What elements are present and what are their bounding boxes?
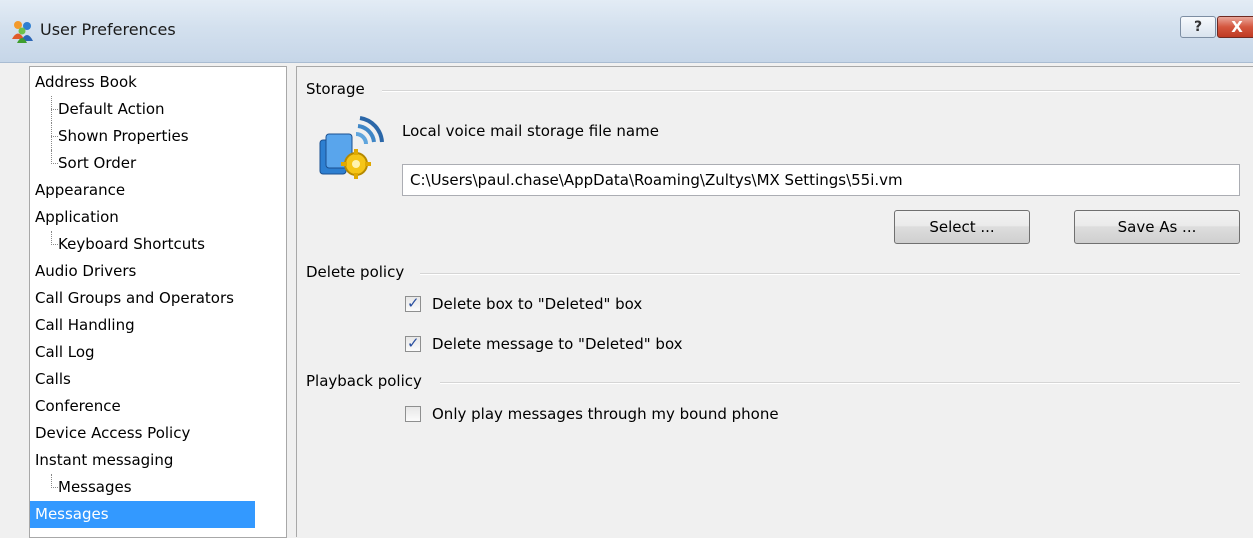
tree-item[interactable]: Messages <box>30 501 255 528</box>
storage-group-title: Storage <box>306 80 365 98</box>
tree-item-label: Default Action <box>58 100 165 118</box>
voicemail-gear-icon <box>316 112 388 184</box>
delete-policy-divider <box>420 273 1240 275</box>
tree-item-label: Instant messaging <box>35 451 174 469</box>
window-title: User Preferences <box>40 20 176 39</box>
tree-item-label: Call Handling <box>35 316 135 334</box>
close-button[interactable]: X <box>1217 16 1253 38</box>
select-button[interactable]: Select ... <box>894 210 1030 244</box>
tree-item[interactable]: Call Groups and Operators <box>30 285 255 312</box>
storage-file-input[interactable]: C:\Users\paul.chase\AppData\Roaming\Zult… <box>402 164 1240 196</box>
tree-item-label: Sort Order <box>58 154 137 172</box>
tree-item[interactable]: Calls <box>30 366 255 393</box>
tree-branch-line <box>30 96 58 123</box>
tree-item[interactable]: Instant messaging <box>30 447 255 474</box>
tree-branch-line <box>30 474 58 501</box>
tree-item[interactable]: Call Handling <box>30 312 255 339</box>
tree-branch-line <box>30 150 58 177</box>
storage-file-label: Local voice mail storage file name <box>402 122 659 140</box>
tree-item-label: Device Access Policy <box>35 424 191 442</box>
tree-item-label: Keyboard Shortcuts <box>58 235 205 253</box>
delete-message-label: Delete message to "Deleted" box <box>432 335 683 353</box>
tree-item-label: Conference <box>35 397 121 415</box>
tree-item-label: Address Book <box>35 73 137 91</box>
tree-item[interactable]: Conference <box>30 393 255 420</box>
tree-item[interactable]: Appearance <box>30 177 255 204</box>
tree-item-label: Appearance <box>35 181 126 199</box>
bound-phone-checkbox[interactable] <box>405 406 421 422</box>
playback-policy-title: Playback policy <box>306 372 422 390</box>
tree-item[interactable]: Device Access Policy <box>30 420 255 447</box>
storage-divider <box>382 90 1240 92</box>
tree-item-label: Call Log <box>35 343 95 361</box>
tree-item[interactable]: Shown Properties <box>30 123 255 150</box>
save-as-button[interactable]: Save As ... <box>1074 210 1240 244</box>
tree-item-label: Shown Properties <box>58 127 189 145</box>
checkmark-icon: ✓ <box>407 294 420 312</box>
tree-item-label: Messages <box>35 505 109 523</box>
delete-policy-title: Delete policy <box>306 263 405 281</box>
tree-branch-line <box>30 231 58 258</box>
bound-phone-label: Only play messages through my bound phon… <box>432 405 779 423</box>
playback-policy-divider <box>440 382 1240 384</box>
delete-box-checkbox[interactable]: ✓ <box>405 294 421 312</box>
tree-item-label: Calls <box>35 370 71 388</box>
preferences-tree: Address Book Default Action Shown Properti… <box>29 66 287 538</box>
users-icon <box>10 19 36 43</box>
help-button[interactable]: ? <box>1180 16 1216 38</box>
tree-item[interactable]: Call Log <box>30 339 255 366</box>
tree-item[interactable]: Application <box>30 204 255 231</box>
tree-item[interactable]: Default Action <box>30 96 255 123</box>
delete-box-label: Delete box to "Deleted" box <box>432 295 643 313</box>
tree-item[interactable]: Messages <box>30 474 255 501</box>
delete-message-checkbox[interactable]: ✓ <box>405 334 421 352</box>
tree-item-label: Audio Drivers <box>35 262 137 280</box>
checkmark-icon: ✓ <box>407 334 420 352</box>
tree-item[interactable]: Audio Drivers <box>30 258 255 285</box>
tree-item[interactable]: Sort Order <box>30 150 255 177</box>
tree-item[interactable]: Keyboard Shortcuts <box>30 231 255 258</box>
tree-item[interactable]: Address Book <box>30 69 255 96</box>
tree-item-label: Call Groups and Operators <box>35 289 234 307</box>
tree-item-label: Messages <box>58 478 132 496</box>
tree-branch-line <box>30 123 58 150</box>
title-bar: User Preferences ? X <box>0 0 1253 63</box>
tree-item-label: Application <box>35 208 119 226</box>
